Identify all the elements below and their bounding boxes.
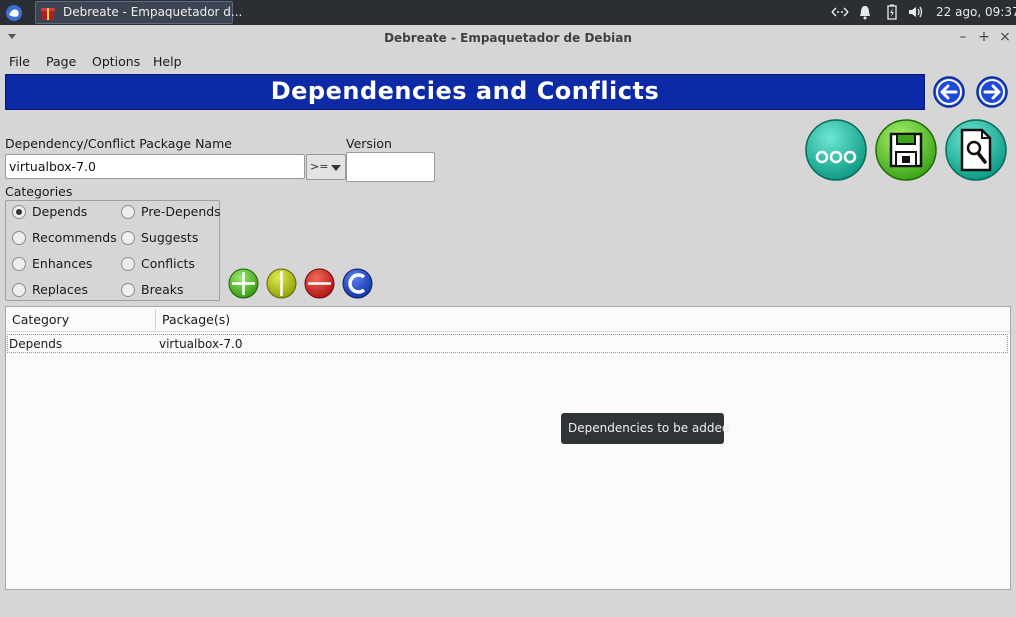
radio-circle-icon: [121, 257, 135, 271]
radio-label: Depends: [32, 204, 88, 219]
radio-circle-icon: [12, 231, 26, 245]
table-row[interactable]: Depends virtualbox-7.0: [7, 334, 1008, 353]
page-title: Dependencies and Conflicts: [270, 77, 660, 105]
radio-circle-icon: [121, 283, 135, 297]
preview-button[interactable]: [944, 118, 1008, 182]
debreate-app-icon: [40, 5, 56, 21]
radio-label: Suggests: [141, 230, 199, 245]
next-page-button[interactable]: [975, 75, 1009, 109]
battery-icon[interactable]: [885, 4, 899, 20]
categories-group: Depends Pre-Depends Recommends Suggests …: [5, 200, 221, 301]
page-header-banner: Dependencies and Conflicts: [5, 74, 925, 110]
more-dots-icon: [805, 119, 867, 181]
window-title: Debreate - Empaquetador de Debian: [384, 31, 632, 45]
menu-help[interactable]: Help: [153, 54, 182, 69]
dependencies-list[interactable]: Category Package(s) Depends virtualbox-7…: [5, 306, 1011, 590]
operator-value: >=: [310, 160, 329, 173]
radio-label: Pre-Depends: [141, 204, 221, 219]
radio-circle-icon: [12, 257, 26, 271]
radio-label: Breaks: [141, 282, 184, 297]
menu-page[interactable]: Page: [46, 54, 76, 69]
volume-icon[interactable]: [907, 4, 925, 20]
radio-label: Enhances: [32, 256, 93, 271]
remove-button[interactable]: [304, 268, 335, 299]
add-button[interactable]: [228, 268, 259, 299]
arrow-left-icon: [933, 76, 965, 108]
radio-circle-icon: [121, 205, 135, 219]
notification-bell-icon[interactable]: [857, 4, 873, 20]
radio-label: Recommends: [32, 230, 117, 245]
arrow-right-icon: [976, 76, 1008, 108]
close-icon[interactable]: ×: [997, 29, 1013, 45]
maximize-icon[interactable]: +: [976, 29, 992, 45]
minus-icon: [304, 268, 335, 299]
row-category: Depends: [9, 337, 63, 351]
row-packages: virtualbox-7.0: [159, 337, 243, 351]
previous-page-button[interactable]: [932, 75, 966, 109]
version-label: Version: [346, 136, 392, 151]
minimize-icon[interactable]: –: [955, 29, 971, 45]
top-panel: Debreate - Empaquetador d... 22 ago, 09:…: [0, 0, 1016, 25]
save-button[interactable]: [874, 118, 938, 182]
chevron-down-icon: [331, 165, 341, 171]
column-header-category[interactable]: Category: [7, 307, 74, 332]
append-button[interactable]: [266, 268, 297, 299]
browse-button[interactable]: [804, 118, 868, 182]
pipe-icon: [266, 268, 297, 299]
plus-icon: [228, 268, 259, 299]
version-input[interactable]: [346, 152, 435, 182]
categories-label: Categories: [5, 184, 73, 199]
app-menu-icon[interactable]: [4, 3, 24, 22]
taskbar-item-label: Debreate - Empaquetador d...: [63, 5, 243, 19]
radio-circle-icon: [121, 231, 135, 245]
operator-select[interactable]: >=: [306, 154, 346, 180]
column-separator[interactable]: [155, 309, 156, 330]
taskbar-item-debreate[interactable]: Debreate - Empaquetador d...: [35, 1, 242, 24]
menu-options[interactable]: Options: [92, 54, 140, 69]
radio-circle-icon: [12, 283, 26, 297]
clear-c-icon: [342, 268, 373, 299]
window-titlebar[interactable]: Debreate - Empaquetador de Debian – + ×: [0, 26, 1016, 50]
radio-label: Conflicts: [141, 256, 195, 271]
package-name-input[interactable]: [5, 154, 305, 179]
document-magnifier-icon: [945, 119, 1007, 181]
radio-circle-icon: [12, 205, 26, 219]
menubar: File Page Options Help: [0, 50, 1016, 72]
floppy-disk-icon: [875, 119, 937, 181]
menu-file[interactable]: File: [9, 54, 30, 69]
clear-button[interactable]: [342, 268, 373, 299]
tooltip: Dependencies to be added: [561, 413, 729, 444]
tooltip-text: Dependencies to be added: [568, 421, 730, 435]
list-header: Category Package(s): [6, 307, 1010, 332]
clock[interactable]: 22 ago, 09:37: [936, 5, 1016, 19]
network-icon[interactable]: [830, 4, 850, 20]
package-name-label: Dependency/Conflict Package Name: [5, 136, 232, 151]
radio-label: Replaces: [32, 282, 88, 297]
column-header-packages[interactable]: Package(s): [157, 307, 235, 332]
